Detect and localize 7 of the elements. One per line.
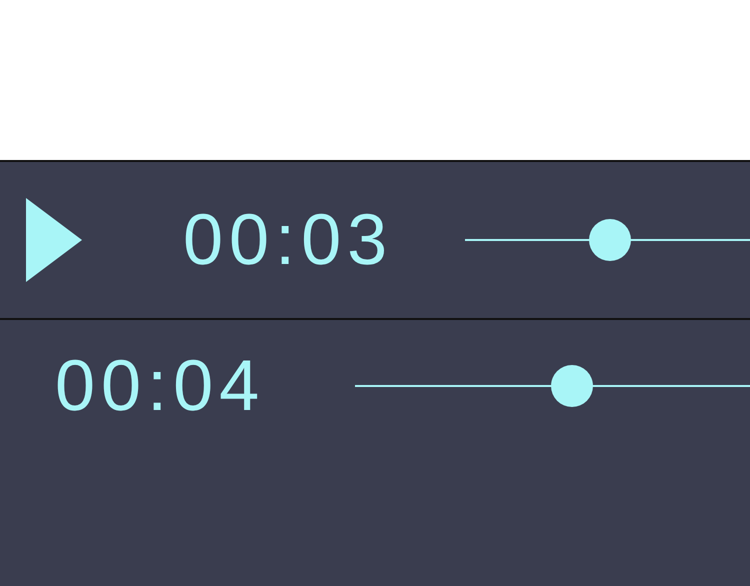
play-button[interactable] — [26, 198, 82, 282]
slider[interactable] — [355, 365, 750, 407]
slider-thumb[interactable] — [589, 219, 632, 261]
slider-thumb[interactable] — [551, 365, 594, 407]
time-display: 00:04 — [55, 350, 266, 422]
time-display: 00:03 — [183, 204, 394, 276]
slider[interactable] — [465, 219, 750, 261]
